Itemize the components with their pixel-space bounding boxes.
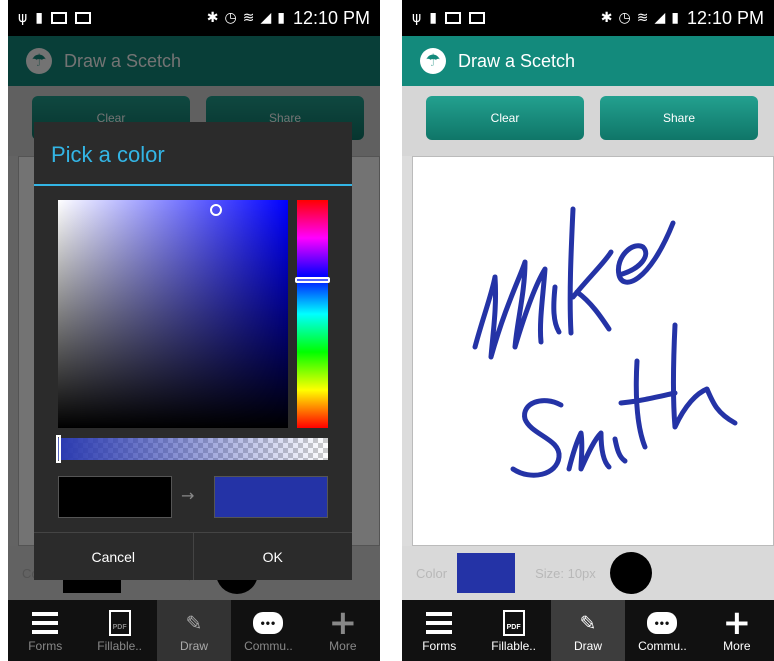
dialog-title: Pick a color bbox=[51, 142, 165, 167]
hue-slider-thumb[interactable] bbox=[295, 277, 330, 283]
color-picker-dialog: Pick a color → Cancel OK bbox=[34, 122, 352, 580]
action-button-row: Clear Share bbox=[402, 86, 774, 156]
size-label: Size: 10px bbox=[535, 565, 596, 581]
ink-stroke-m bbox=[472, 259, 548, 360]
app-title: Draw a Scetch bbox=[458, 50, 576, 71]
drawing-canvas[interactable] bbox=[412, 156, 774, 546]
arrow-right-icon: → bbox=[181, 486, 195, 505]
list-icon bbox=[32, 611, 59, 634]
nav-tab-draw[interactable]: ✎ Draw bbox=[156, 600, 232, 661]
nav-tab-forms[interactable]: Forms bbox=[402, 600, 476, 661]
brush-settings-bar: Color Size: 10px bbox=[402, 546, 774, 600]
wifi-icon: ≋ bbox=[242, 10, 255, 26]
bluetooth-icon: ✱ bbox=[600, 10, 613, 26]
voicemail-icon bbox=[74, 12, 91, 24]
nav-tab-label: Draw bbox=[574, 638, 603, 653]
pen-icon: ✎ bbox=[185, 610, 203, 635]
nav-tab-more[interactable]: + More bbox=[306, 600, 380, 661]
signal-icon: ◢ bbox=[260, 10, 272, 26]
ink-stroke-h bbox=[671, 322, 738, 430]
nav-tab-fillable[interactable]: PDF Fillable.. bbox=[476, 600, 550, 661]
nav-tab-label: Commu.. bbox=[244, 638, 293, 653]
plus-icon: + bbox=[722, 602, 752, 643]
phone-screen-drawing: ψ ▮ ✱ ◷ ≋ ◢ ▮ 12:10 PM ☂ Draw a Scetch C… bbox=[402, 0, 774, 661]
nav-tab-label: Commu.. bbox=[638, 638, 687, 653]
bluetooth-icon: ✱ bbox=[206, 10, 219, 26]
bottom-nav: Forms PDF Fillable.. ✎ Draw ••• Commu.. … bbox=[8, 600, 380, 661]
saturation-value-picker[interactable] bbox=[58, 200, 288, 428]
status-bar: ψ ▮ ✱ ◷ ≋ ◢ ▮ 12:10 PM bbox=[8, 0, 380, 36]
bottom-nav: Forms PDF Fillable.. ✎ Draw ••• Commu.. … bbox=[402, 600, 774, 661]
sd-card-icon: ▮ bbox=[35, 10, 43, 26]
voicemail-icon bbox=[468, 12, 485, 24]
ok-button[interactable]: OK bbox=[192, 533, 353, 580]
ink-stroke-s bbox=[510, 398, 564, 478]
status-bar: ψ ▮ ✱ ◷ ≋ ◢ ▮ 12:10 PM bbox=[402, 0, 774, 36]
image-icon bbox=[50, 12, 67, 24]
color-label: Color bbox=[416, 565, 448, 581]
ink-stroke-i2 bbox=[612, 436, 628, 464]
alpha-slider-thumb[interactable] bbox=[56, 435, 61, 463]
status-time: 12:10 PM bbox=[686, 7, 764, 28]
battery-icon: ▮ bbox=[671, 10, 679, 26]
sv-picker-cursor[interactable] bbox=[210, 204, 222, 216]
phone-screen-color-picker: ψ ▮ ✱ ◷ ≋ ◢ ▮ 12:10 PM ☂ Draw a Scetch C… bbox=[8, 0, 380, 661]
new-color-preview bbox=[214, 476, 328, 518]
nav-tab-label: Draw bbox=[180, 638, 209, 653]
hue-slider[interactable] bbox=[297, 200, 328, 428]
usb-icon: ψ bbox=[18, 10, 28, 26]
umbrella-logo-icon: ☂ bbox=[420, 48, 446, 74]
nav-tab-communication[interactable]: ••• Commu.. bbox=[231, 600, 305, 661]
chat-icon: ••• bbox=[253, 611, 284, 634]
nav-tab-forms[interactable]: Forms bbox=[8, 600, 82, 661]
alarm-icon: ◷ bbox=[618, 10, 631, 26]
nav-tab-label: Fillable.. bbox=[97, 638, 142, 653]
alpha-slider[interactable] bbox=[58, 438, 328, 460]
clear-button[interactable]: Clear bbox=[426, 96, 584, 140]
list-icon bbox=[426, 611, 453, 634]
chat-icon: ••• bbox=[647, 611, 678, 634]
wifi-icon: ≋ bbox=[636, 10, 649, 26]
dialog-divider bbox=[34, 184, 352, 186]
brush-size-dot[interactable] bbox=[609, 552, 652, 594]
sd-card-icon: ▮ bbox=[429, 10, 437, 26]
ink-stroke-i bbox=[551, 284, 562, 335]
ink-stroke-m2 bbox=[566, 430, 612, 472]
status-time: 12:10 PM bbox=[292, 7, 370, 28]
nav-tab-draw[interactable]: ✎ Draw bbox=[550, 600, 626, 661]
color-swatch[interactable] bbox=[457, 553, 516, 593]
nav-tab-label: Forms bbox=[422, 638, 457, 653]
ink-stroke-e bbox=[615, 220, 676, 285]
alarm-icon: ◷ bbox=[224, 10, 237, 26]
nav-tab-fillable[interactable]: PDF Fillable.. bbox=[82, 600, 156, 661]
pdf-icon: PDF bbox=[502, 609, 525, 636]
dialog-button-bar: Cancel OK bbox=[34, 532, 352, 580]
plus-icon: + bbox=[328, 602, 358, 643]
pdf-icon: PDF bbox=[108, 609, 131, 636]
nav-tab-more[interactable]: + More bbox=[700, 600, 774, 661]
nav-tab-communication[interactable]: ••• Commu.. bbox=[625, 600, 699, 661]
old-color-preview bbox=[58, 476, 172, 518]
nav-tab-label: Fillable.. bbox=[491, 638, 536, 653]
cancel-button[interactable]: Cancel bbox=[34, 533, 193, 580]
share-button[interactable]: Share bbox=[600, 96, 758, 140]
nav-tab-label: More bbox=[329, 638, 357, 653]
nav-tab-label: More bbox=[723, 638, 751, 653]
nav-tab-label: Forms bbox=[28, 638, 63, 653]
ink-stroke-t bbox=[618, 358, 678, 450]
signature-drawing bbox=[472, 206, 738, 478]
pen-icon: ✎ bbox=[579, 610, 597, 635]
signal-icon: ◢ bbox=[654, 10, 666, 26]
battery-icon: ▮ bbox=[277, 10, 285, 26]
app-bar: ☂ Draw a Scetch bbox=[402, 36, 774, 86]
usb-icon: ψ bbox=[412, 10, 422, 26]
image-icon bbox=[444, 12, 461, 24]
ink-stroke-k bbox=[567, 206, 614, 336]
